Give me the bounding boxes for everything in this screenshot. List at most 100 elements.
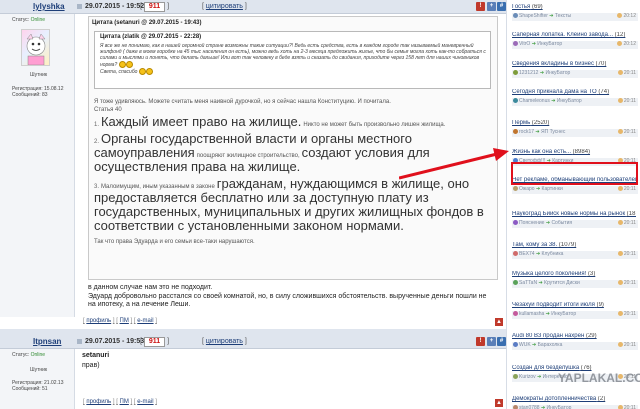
sidebar-topic-item[interactable]: Наукоград Бийск новые нормы на рынок (18… (507, 210, 640, 232)
sidebar-topic-user[interactable]: Kurizov (519, 374, 536, 380)
post-count: Сообщений: 83 (12, 92, 48, 98)
sidebar-topic-title-text[interactable]: Демократы дотопленничества (512, 396, 596, 402)
sidebar-topic-title-text[interactable]: Пермь (512, 120, 530, 126)
sidebar-topic-section[interactable]: Тексты (555, 13, 571, 19)
email-link[interactable]: e-mail (137, 399, 153, 405)
quick-quote-icon[interactable]: + (487, 2, 496, 11)
sidebar-topic-item[interactable]: Сведения вкладины в бизнес (70) 1231212 ➔… (507, 60, 640, 82)
avatar[interactable] (21, 29, 50, 66)
sidebar-topic-section[interactable]: ИнкуБатор (551, 311, 576, 317)
sidebar-topic-section[interactable]: ИнкуБатор (545, 70, 570, 76)
sidebar-topic-title[interactable]: Гостья (69) (512, 4, 636, 10)
email-link[interactable]: e-mail (137, 318, 153, 324)
quoted-author[interactable]: setanuri (82, 352, 482, 359)
scroll-top-icon[interactable]: ▲ (495, 399, 503, 407)
sidebar-topic-title[interactable]: Демократы дотопленничества (2) (512, 396, 636, 402)
sidebar-topic-item[interactable]: Гостья (69) ShapeShifter ➔ Тексты 20:12 (507, 3, 640, 25)
rating-block: [ 911 ] (140, 337, 170, 347)
quote-button-label[interactable]: цитировать (206, 3, 243, 10)
sidebar-topic-section[interactable]: Барахолка (538, 342, 563, 348)
sidebar-topic-title[interactable]: Жизнь как она есть... (8984) (512, 149, 636, 155)
sidebar-topic-title-text[interactable]: Саперная лопатка. Клейно завода... (512, 32, 613, 38)
clock-icon (617, 70, 623, 76)
sidebar-topic-title-text[interactable]: Наукоград Бийск новые нормы на рынок (512, 211, 625, 217)
sidebar-topic-item[interactable]: Там, кому за 38. (1079) BEX74 ➔ Клубника 2… (507, 241, 640, 263)
sidebar-topic-section[interactable]: ИнкуБатор (537, 41, 562, 47)
post-links: [ профиль ] [ ПМ ] [ e-mail ] (83, 399, 157, 405)
sidebar-topic-title[interactable]: Сегодня прикнала дама на ТО (74) (512, 89, 636, 95)
sidebar-topic-title-text[interactable]: Сведения вкладины в бизнес (512, 61, 594, 67)
sidebar-topic-user[interactable]: kullamasha (519, 311, 544, 317)
sidebar-topic-meta: rock17 ➔ ЯП Туснес 20:11 (512, 129, 638, 137)
sidebar-topic-meta: ShapeShifter ➔ Тексты 20:12 (512, 13, 638, 21)
sidebar-topic-user[interactable]: VitrO (519, 41, 530, 47)
rating-count[interactable]: 911 (143, 2, 166, 12)
sidebar-topic-item[interactable]: Audi 80 B3 продан нахрен (29) WUK ➔ Барах… (507, 332, 640, 354)
post-author[interactable]: lylyshka (33, 2, 65, 11)
sidebar-topic-user[interactable]: WUK (519, 342, 531, 348)
quote-header: Цитата (setanuri @ 29.07.2015 - 19:43) (92, 20, 202, 26)
sidebar-topic-title-text[interactable]: Там, кому за 38. (512, 242, 557, 248)
quote-button[interactable]: [ цитировать ] (202, 3, 247, 10)
sidebar-topic-user[interactable]: Ожаро (519, 186, 535, 192)
post-text-line-2: Эдуард добровольно расстался со своей ко… (88, 293, 487, 308)
sidebar-topic-title[interactable]: Пермь (2520) (512, 120, 636, 126)
sidebar-topic-section[interactable]: События (551, 220, 572, 226)
sidebar-topic-title-text[interactable]: Музыка целого поколения! (512, 271, 586, 277)
quote-button[interactable]: [ цитировать ] (202, 338, 247, 345)
sidebar-topic-item[interactable]: Демократы дотопленничества (2) stan0788 ➔… (507, 395, 640, 409)
sidebar-topic-time: 20:11 (623, 186, 636, 192)
profile-link[interactable]: профиль (86, 399, 111, 405)
clock-icon (617, 186, 623, 192)
sidebar-topic-user[interactable]: Пояснение (519, 220, 544, 226)
sidebar-topic-title[interactable]: Сведения вкладины в бизнес (70) (512, 61, 636, 67)
report-icon[interactable]: ! (476, 2, 485, 11)
sidebar-topic-section[interactable]: Клубника (542, 251, 564, 257)
pm-link[interactable]: ПМ (120, 318, 129, 324)
sidebar-topic-title[interactable]: Музыка целого поколения! (3) (512, 271, 636, 277)
sidebar-topic-title[interactable]: Наукоград Бийск новые нормы на рынок (18… (512, 211, 636, 217)
sidebar-topic-title-text[interactable]: Сегодня прикнала дама на ТО (512, 89, 597, 95)
scroll-top-icon[interactable]: ▲ (495, 318, 503, 326)
sidebar-topic-user[interactable]: SaTTaN (519, 280, 537, 286)
post-author[interactable]: Itpnsan (33, 337, 61, 346)
sidebar-topic-title-text[interactable]: Гостья (512, 4, 530, 10)
sidebar-topic-section[interactable]: ЯП Туснес (541, 129, 565, 135)
sidebar-topic-item[interactable]: Саперная лопатка. Клейно завода... (12) V… (507, 31, 640, 53)
sidebar-topic-title[interactable]: Чезахуй подводит итоги июля (9) (512, 302, 636, 308)
profile-link[interactable]: профиль (86, 318, 111, 324)
sidebar-topic-item[interactable]: Пермь (2520) rock17 ➔ ЯП Туснес 20:11 (507, 119, 640, 141)
sidebar-topic-item[interactable]: Чезахуй подводит итоги июля (9) kullamash… (507, 301, 640, 323)
post-date: 29.07.2015 - 19:53 (85, 338, 145, 345)
report-icon[interactable]: ! (476, 337, 485, 346)
sidebar-topic-title-text[interactable]: Жизнь как она есть... (512, 149, 571, 155)
sidebar-topic-title[interactable]: Audi 80 B3 продан нахрен (29) (512, 333, 636, 339)
user-avatar-icon (513, 311, 518, 317)
user-avatar-icon (513, 129, 518, 135)
sidebar-topic-user[interactable]: stan0788 (519, 405, 540, 409)
post-link-icon[interactable]: # (497, 337, 506, 346)
sidebar-topic-item[interactable]: Сегодня прикнала дама на ТО (74) Chameleo… (507, 88, 640, 110)
quote-button-label[interactable]: цитировать (206, 338, 243, 345)
sidebar-topic-section[interactable]: ИнкуБатор (557, 98, 582, 104)
rating-count[interactable]: 911 (143, 337, 166, 347)
clock-icon (617, 251, 623, 257)
sidebar-topic-user[interactable]: Chameleonus (519, 98, 550, 104)
sidebar-topic-section[interactable]: Крутится Диски (544, 280, 580, 286)
sidebar-topic-item[interactable]: Музыка целого поколения! (3) SaTTaN ➔ Кру… (507, 270, 640, 292)
sidebar-topic-title[interactable]: Саперная лопатка. Клейно завода... (12) (512, 32, 636, 38)
sidebar-topic-section[interactable]: Картинки (542, 186, 563, 192)
sidebar-topic-title-text[interactable]: Audi 80 B3 продан нахрен (512, 333, 584, 339)
sidebar-topic-meta: WUK ➔ Барахолка 20:11 (512, 342, 638, 350)
sidebar-topic-title[interactable]: Там, кому за 38. (1079) (512, 242, 636, 248)
pm-link[interactable]: ПМ (120, 399, 129, 405)
sidebar-topic-user[interactable]: BEX74 (519, 251, 535, 257)
sidebar-topic-title-text[interactable]: Чезахуй подводит итоги июля (512, 302, 595, 308)
sidebar-topic-section[interactable]: ИнкуБатор (547, 405, 572, 409)
sidebar-topic-meta: stan0788 ➔ ИнкуБатор 20:11 (512, 405, 638, 409)
sidebar-topic-user[interactable]: 1231212 (519, 70, 538, 76)
post-link-icon[interactable]: # (497, 2, 506, 11)
sidebar-topic-user[interactable]: ShapeShifter (519, 13, 548, 19)
quick-quote-icon[interactable]: + (487, 337, 496, 346)
sidebar-topic-user[interactable]: rock17 (519, 129, 534, 135)
